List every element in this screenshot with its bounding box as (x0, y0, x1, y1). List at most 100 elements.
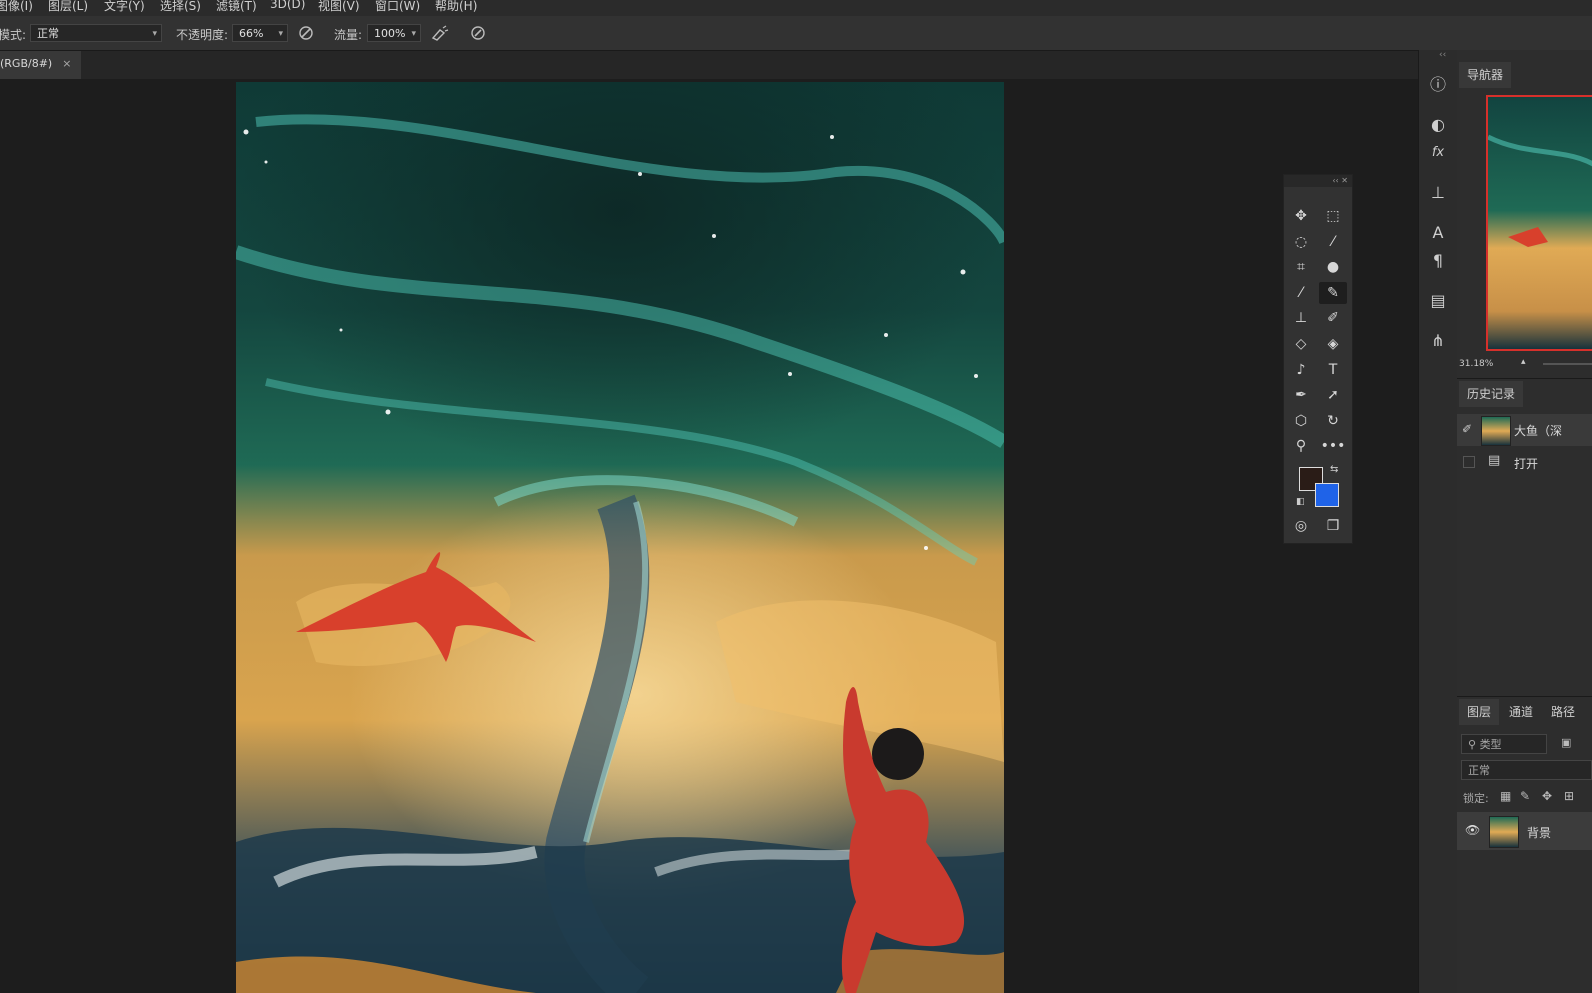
tools-panel-header[interactable]: ‹‹ ✕ (1284, 175, 1352, 187)
canvas-image[interactable] (236, 82, 1004, 993)
shape-icon[interactable]: ⬡ (1287, 410, 1315, 432)
tab-layers[interactable]: 图层 (1459, 699, 1500, 725)
swap-colors-icon[interactable]: ⇆ (1330, 464, 1338, 475)
blend-mode-select[interactable]: 正常 (1461, 760, 1592, 780)
history-brush-source-icon[interactable]: ✐ (1462, 422, 1472, 436)
tab-history[interactable]: 历史记录 (1459, 381, 1524, 407)
zoom-slider[interactable] (1543, 363, 1592, 365)
chevron-down-icon: ▾ (411, 29, 416, 39)
menu-type[interactable]: 文字(Y) (104, 0, 145, 14)
styles-icon[interactable]: fx (1425, 140, 1451, 166)
paint-bucket-icon[interactable]: ◈ (1319, 333, 1347, 355)
menu-layer[interactable]: 图层(L) (48, 0, 88, 14)
opacity-value: 66% (239, 27, 264, 40)
collapse-icon[interactable]: ‹‹ (1439, 50, 1446, 60)
lock-artboard-icon[interactable]: ⊞ (1564, 789, 1574, 803)
magic-wand-icon[interactable]: ⁄ (1319, 231, 1347, 253)
menu-window[interactable]: 窗口(W) (375, 0, 420, 14)
menu-view[interactable]: 视图(V) (318, 0, 360, 14)
lasso-icon[interactable]: ◌ (1287, 231, 1315, 253)
opacity-label: 不透明度: (176, 28, 229, 42)
lock-position-icon[interactable]: ✥ (1542, 789, 1552, 803)
menu-select[interactable]: 选择(S) (160, 0, 201, 14)
spot-heal-icon[interactable]: ● (1319, 256, 1347, 278)
tab-paths[interactable]: 路径 (1543, 699, 1583, 725)
mode-value: 正常 (37, 27, 59, 40)
pen-icon[interactable]: ✒ (1287, 384, 1315, 406)
right-panels: 导航器 31.18% ▴ 历史记录 ✐ 大鱼（深 ▤ 打开 图层 通道 路径 ⚲… (1457, 50, 1592, 993)
properties-icon[interactable]: ▤ (1425, 288, 1451, 314)
visibility-eye-icon[interactable]: 👁 (1465, 823, 1480, 837)
background-color-swatch[interactable] (1315, 483, 1339, 507)
path-select-icon[interactable]: ➚ (1319, 384, 1347, 406)
history-item-label: 大鱼（深 (1514, 424, 1563, 438)
eraser-icon[interactable]: ◇ (1287, 333, 1315, 355)
close-icon[interactable]: × (62, 57, 71, 70)
character-icon[interactable]: A (1425, 220, 1451, 246)
tools-panel: ‹‹ ✕ ✥ ⬚ ◌ ⁄ ⌗ ● ⁄ ✎ ⊥ ✐ ◇ ◈ ♪ T ✒ ➚ ⬡ ↻… (1283, 174, 1353, 544)
menu-help[interactable]: 帮助(H) (435, 0, 477, 14)
lock-transparent-icon[interactable]: ▦ (1500, 789, 1511, 803)
search-icon: ⚲ (1468, 738, 1480, 751)
tab-navigator[interactable]: 导航器 (1459, 62, 1512, 88)
marquee-icon[interactable]: ⬚ (1319, 205, 1347, 227)
options-bar: 模式: 正常 ▾ 不透明度: 66% ▾ 流量: 100% ▾ (0, 16, 1592, 51)
move-icon[interactable]: ✥ (1287, 205, 1315, 227)
airbrush-icon[interactable] (430, 24, 450, 42)
zoom-out-icon[interactable]: ▴ (1521, 357, 1526, 367)
history-brush-icon[interactable]: ✐ (1319, 307, 1347, 329)
crop-icon[interactable]: ⌗ (1287, 256, 1315, 278)
panel-divider (1457, 696, 1592, 697)
pressure-opacity-icon[interactable] (296, 24, 316, 42)
document-icon: ▤ (1488, 453, 1501, 468)
menu-image[interactable]: 图像(I) (0, 0, 33, 14)
paragraph-icon[interactable]: ¶ (1425, 248, 1451, 274)
chevron-down-icon: ▾ (278, 29, 283, 39)
pressure-size-icon[interactable] (468, 24, 488, 42)
blend-mode-value: 正常 (1468, 764, 1490, 777)
menu-bar: 图像(I) 图层(L) 文字(Y) 选择(S) 滤镜(T) 3D(D) 视图(V… (0, 0, 1592, 16)
history-item[interactable]: ▤ 打开 (1457, 447, 1592, 479)
document-tab[interactable]: (RGB/8#) × (0, 51, 82, 79)
lock-label: 锁定: (1463, 792, 1489, 805)
document-tab-bar: (RGB/8#) × (0, 51, 1420, 79)
layer-row[interactable]: 👁 背景 (1457, 812, 1592, 850)
layer-name: 背景 (1527, 826, 1552, 840)
info-icon[interactable]: ⓘ (1425, 72, 1451, 98)
smudge-icon[interactable]: ♪ (1287, 359, 1315, 381)
panel-icon-strip: ‹‹ ⓘ ◐ fx ⊥ A ¶ ▤ ⋔ (1418, 50, 1457, 993)
opacity-field[interactable]: 66% ▾ (232, 24, 288, 42)
zoom-icon[interactable]: ⚲ (1287, 435, 1315, 457)
menu-3d[interactable]: 3D(D) (270, 0, 305, 11)
navigator-zoom-value[interactable]: 31.18% (1459, 359, 1493, 369)
history-item[interactable]: ✐ 大鱼（深 (1457, 414, 1592, 446)
brush-settings-icon[interactable]: ⋔ (1425, 328, 1451, 354)
stamp-icon[interactable]: ⊥ (1287, 307, 1315, 329)
lock-pixels-icon[interactable]: ✎ (1520, 789, 1530, 803)
history-snapshot-thumbnail (1481, 416, 1511, 446)
filter-image-icon[interactable]: ▣ (1561, 736, 1571, 749)
layer-filter-select[interactable]: ⚲ 类型 (1461, 734, 1547, 754)
menu-filter[interactable]: 滤镜(T) (216, 0, 257, 14)
brush-icon[interactable]: ✎ (1319, 282, 1347, 304)
mode-label: 模式: (0, 28, 27, 42)
flow-field[interactable]: 100% ▾ (367, 24, 421, 42)
flow-label: 流量: (334, 28, 363, 42)
clone-source-icon[interactable]: ⊥ (1425, 180, 1451, 206)
eyedropper-icon[interactable]: ⁄ (1287, 282, 1315, 304)
history-item-label: 打开 (1514, 457, 1539, 471)
history-checkbox[interactable] (1463, 456, 1475, 468)
flow-value: 100% (374, 27, 406, 40)
chevron-down-icon: ▾ (152, 29, 157, 39)
rotate-view-icon[interactable]: ↻ (1319, 410, 1347, 432)
screen-mode-icon[interactable]: ❐ (1319, 515, 1347, 537)
quick-mask-icon[interactable]: ◎ (1287, 515, 1315, 537)
adjustments-icon[interactable]: ◐ (1425, 112, 1451, 138)
more-icon[interactable]: ••• (1319, 435, 1347, 457)
mode-select[interactable]: 正常 ▾ (30, 24, 162, 42)
type-icon[interactable]: T (1319, 359, 1347, 381)
layer-thumbnail (1489, 816, 1519, 848)
default-colors-icon[interactable]: ◧ (1296, 497, 1305, 507)
navigator-thumbnail[interactable] (1486, 95, 1592, 351)
tab-channels[interactable]: 通道 (1501, 699, 1541, 725)
